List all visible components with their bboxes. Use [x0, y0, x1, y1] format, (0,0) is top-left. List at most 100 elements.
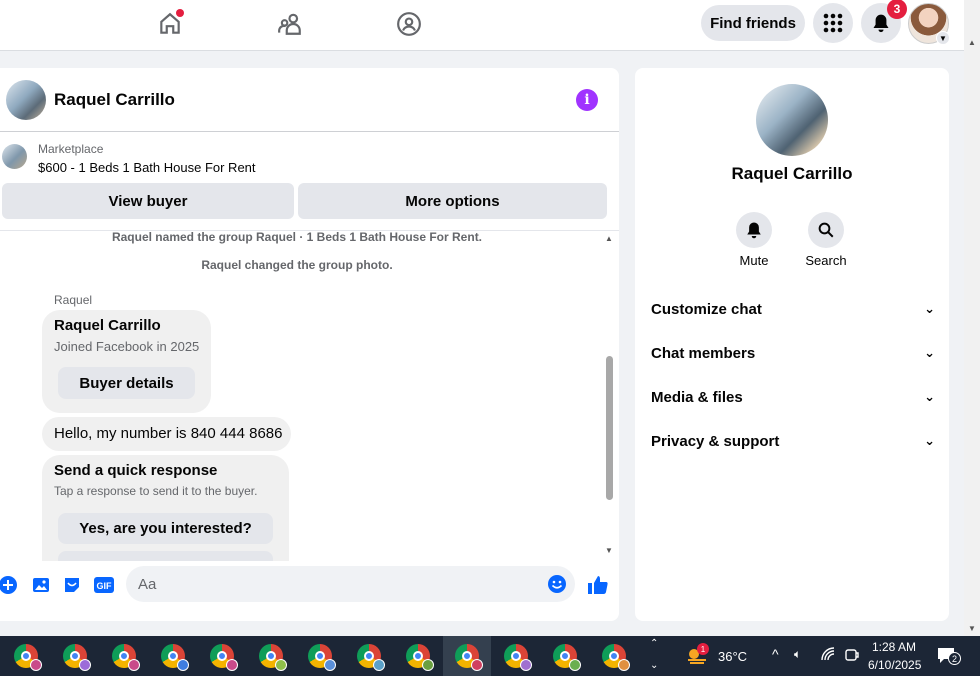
chat-window: Raquel Carrillo i Marketplace $600 - 1 B…: [0, 68, 619, 621]
network-icon[interactable]: [820, 646, 836, 665]
section-chat-members[interactable]: Chat members ⌄: [651, 335, 935, 371]
taskbar-chrome-window[interactable]: [100, 636, 148, 676]
card-joined-text: Joined Facebook in 2025: [54, 339, 200, 354]
chrome-icon: [406, 644, 434, 671]
chrome-icon: [161, 644, 189, 671]
battery-icon[interactable]: [844, 647, 860, 666]
chevron-down-icon[interactable]: ▼: [936, 31, 950, 45]
taskbar-chrome-window[interactable]: [443, 636, 491, 676]
scroll-down-icon[interactable]: ▼: [968, 624, 976, 633]
sender-name: Raquel: [54, 293, 93, 307]
weather-temperature[interactable]: 36°C: [718, 649, 747, 664]
profile-name[interactable]: Raquel Carrillo: [635, 164, 949, 184]
card-name: Raquel Carrillo: [54, 317, 161, 334]
taskbar-chrome-window[interactable]: [345, 636, 393, 676]
taskbar-chrome-window[interactable]: [2, 636, 50, 676]
add-icon[interactable]: [0, 574, 19, 596]
volume-icon[interactable]: 🔈︎: [794, 647, 801, 662]
chrome-icon: [259, 644, 287, 671]
find-friends-button[interactable]: Find friends: [701, 5, 805, 41]
home-icon[interactable]: [150, 8, 190, 40]
quick-response-option[interactable]: [58, 551, 273, 561]
profile-avatar[interactable]: [756, 84, 828, 156]
groups-icon[interactable]: [389, 8, 429, 40]
taskbar-scroll-down-icon[interactable]: ⌄: [650, 660, 658, 671]
section-customize-chat[interactable]: Customize chat ⌄: [651, 291, 935, 327]
taskbar-chrome-window[interactable]: [198, 636, 246, 676]
section-label: Customize chat: [651, 300, 762, 318]
sticker-icon[interactable]: [61, 574, 83, 596]
taskbar-chrome-window[interactable]: [541, 636, 589, 676]
taskbar-chrome-window[interactable]: [51, 636, 99, 676]
taskbar-scroll-up-icon[interactable]: ⌃: [650, 638, 658, 649]
listing-title[interactable]: $600 - 1 Beds 1 Bath House For Rent: [38, 160, 256, 175]
top-navigation-bar: Find friends 3 ▼: [0, 0, 964, 51]
scroll-down-icon[interactable]: ▼: [605, 546, 613, 555]
taskbar-chrome-window[interactable]: [590, 636, 638, 676]
like-icon[interactable]: [585, 572, 611, 598]
bell-icon: [873, 14, 889, 33]
chrome-icon: [455, 644, 483, 671]
listing-thumbnail: [2, 144, 27, 169]
profile-avatar-icon: [373, 659, 385, 671]
grid-icon: [823, 13, 843, 33]
search-button[interactable]: [808, 212, 844, 248]
section-label: Privacy & support: [651, 432, 780, 450]
section-media-files[interactable]: Media & files ⌄: [651, 379, 935, 415]
chat-avatar[interactable]: [6, 80, 46, 120]
chrome-icon: [14, 644, 42, 671]
system-message: Raquel named the group Raquel · 1 Beds 1…: [111, 230, 483, 244]
quick-response-subtitle: Tap a response to send it to the buyer.: [54, 484, 258, 498]
bell-icon: [747, 222, 761, 239]
profile-avatar-icon: [30, 659, 42, 671]
clock-date[interactable]: 6/10/2025: [868, 658, 921, 672]
buyer-details-button[interactable]: Buyer details: [58, 367, 195, 399]
profile-avatar-icon: [471, 659, 483, 671]
taskbar-chrome-window[interactable]: [492, 636, 540, 676]
profile-avatar-icon: [79, 659, 91, 671]
show-hidden-icons-icon[interactable]: ^: [772, 646, 779, 662]
section-label: Media & files: [651, 388, 743, 406]
weather-icon[interactable]: 1: [685, 643, 709, 667]
profile-avatar-icon: [569, 659, 581, 671]
taskbar-chrome-window[interactable]: [247, 636, 295, 676]
chevron-down-icon: ⌄: [924, 433, 935, 448]
menu-button[interactable]: [813, 3, 853, 43]
taskbar-chrome-window[interactable]: [394, 636, 442, 676]
gif-icon[interactable]: GIF: [92, 574, 116, 596]
chrome-icon: [504, 644, 532, 671]
more-options-button[interactable]: More options: [298, 183, 607, 219]
chrome-icon: [210, 644, 238, 671]
view-buyer-button[interactable]: View buyer: [2, 183, 294, 219]
clock-time[interactable]: 1:28 AM: [872, 640, 916, 654]
mute-button[interactable]: [736, 212, 772, 248]
emoji-icon[interactable]: [546, 573, 568, 595]
taskbar-chrome-window[interactable]: [296, 636, 344, 676]
marketplace-label: Marketplace: [38, 142, 104, 156]
message-list: Raquel named the group Raquel · 1 Beds 1…: [0, 230, 619, 561]
message-text: Hello, my number is 840 444 8686: [54, 425, 283, 442]
scrollbar-thumb[interactable]: [606, 356, 613, 500]
taskbar-chrome-window[interactable]: [149, 636, 197, 676]
profile-avatar-icon: [226, 659, 238, 671]
profile-avatar-icon: [520, 659, 532, 671]
notification-center-icon[interactable]: 2: [936, 646, 961, 666]
quick-response-option[interactable]: Yes, are you interested?: [58, 513, 273, 544]
info-icon[interactable]: i: [576, 89, 598, 111]
quick-response-card: Send a quick response Tap a response to …: [42, 455, 289, 561]
scroll-up-icon[interactable]: ▲: [968, 38, 976, 47]
friends-icon[interactable]: [270, 8, 310, 40]
chevron-down-icon: ⌄: [924, 301, 935, 316]
message-bubble: Hello, my number is 840 444 8686: [42, 417, 291, 451]
chat-info-panel: Raquel Carrillo Mute Search Customize ch…: [635, 68, 949, 621]
photo-icon[interactable]: [30, 574, 52, 596]
section-privacy-support[interactable]: Privacy & support ⌄: [651, 423, 935, 459]
notifications-button[interactable]: 3: [861, 0, 907, 43]
message-input[interactable]: [126, 566, 575, 602]
scroll-up-icon[interactable]: ▲: [605, 234, 613, 243]
search-icon: [818, 222, 834, 238]
chat-title[interactable]: Raquel Carrillo: [54, 90, 175, 110]
message-scrollbar[interactable]: ▲ ▼: [603, 231, 616, 561]
page-scrollbar[interactable]: ▲ ▼: [964, 0, 980, 636]
chrome-icon: [357, 644, 385, 671]
